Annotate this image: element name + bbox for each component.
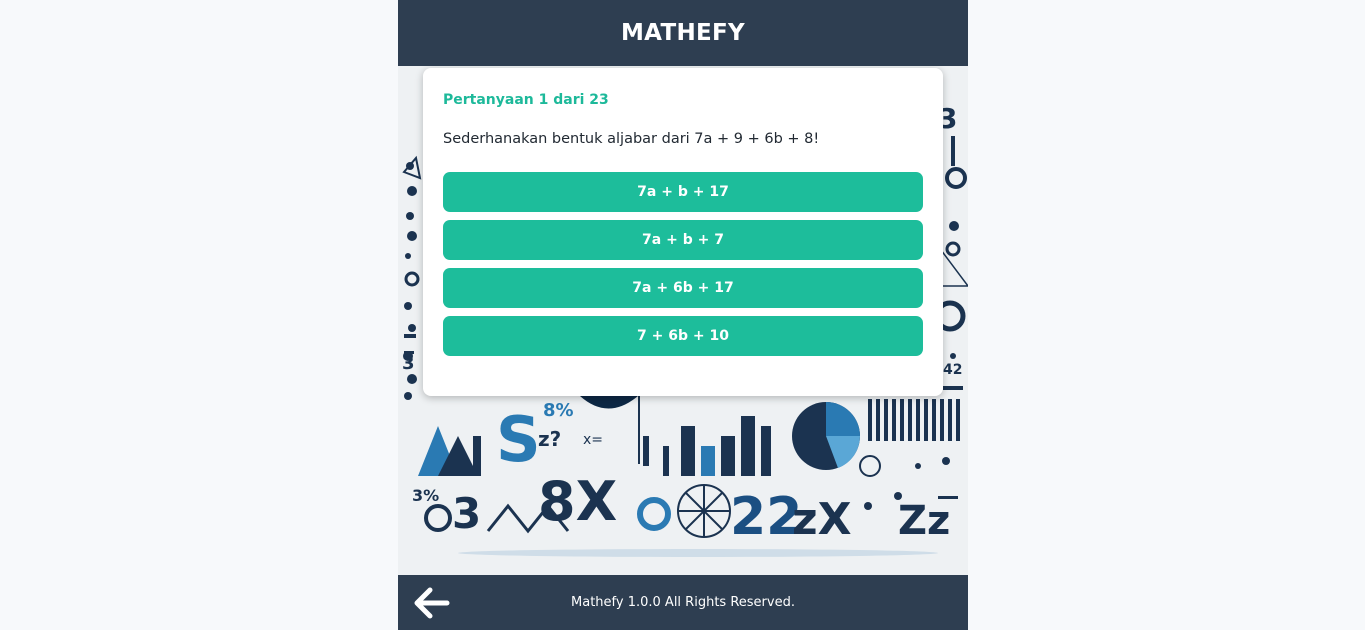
question-text: Sederhanakan bentuk aljabar dari 7a + 9 …: [443, 131, 820, 147]
answer-option-c[interactable]: 7a + 6b + 17: [443, 268, 923, 308]
footer-copyright: Mathefy 1.0.0 All Rights Reserved.: [571, 595, 795, 610]
svg-text:8X: 8X: [538, 470, 617, 533]
svg-text:z?: z?: [538, 427, 561, 451]
question-counter: Pertanyaan 1 dari 23: [443, 92, 609, 108]
answer-option-b[interactable]: 7a + b + 7: [443, 220, 923, 260]
svg-text:3%: 3%: [412, 486, 439, 505]
svg-text:8%: 8%: [543, 400, 574, 421]
svg-text:42: 42: [943, 362, 962, 378]
svg-text:Zz: Zz: [898, 498, 950, 544]
svg-text:3: 3: [452, 489, 481, 538]
svg-text:zX: zX: [792, 494, 852, 545]
svg-text:x=: x=: [583, 432, 603, 448]
svg-text:S: S: [496, 403, 541, 476]
app-footer: Mathefy 1.0.0 All Rights Reserved.: [398, 575, 968, 630]
question-card: Pertanyaan 1 dari 23 Sederhanakan bentuk…: [423, 68, 943, 396]
svg-text:3: 3: [402, 353, 415, 374]
app-header: MATHEFY: [398, 0, 968, 66]
answer-options: 7a + b + 17 7a + b + 7 7a + 6b + 17 7 + …: [443, 172, 923, 364]
answer-option-a[interactable]: 7a + b + 17: [443, 172, 923, 212]
app-title: MATHEFY: [620, 20, 746, 46]
app-frame: MATHEFY 3 3 42 S 8% z? x= 8X 22 zX Zz 3 …: [398, 0, 968, 630]
answer-option-d[interactable]: 7 + 6b + 10: [443, 316, 923, 356]
